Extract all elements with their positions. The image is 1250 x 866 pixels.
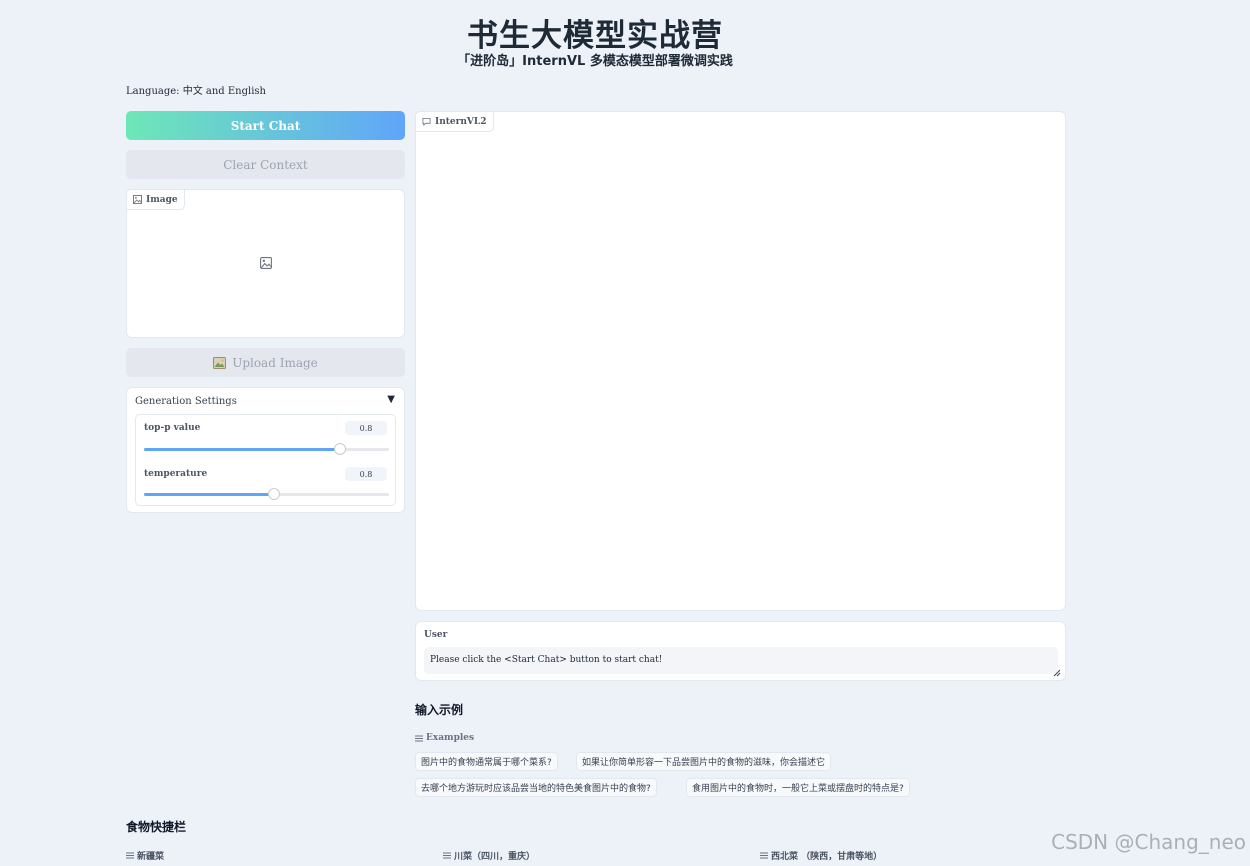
image-placeholder-icon — [260, 257, 272, 269]
example-chip[interactable]: 如果让你简单形容一下品尝图片中的食物的滋味，你会描述它 — [576, 752, 832, 771]
examples-heading: 输入示例 — [415, 703, 464, 717]
food-category-label: 川菜（四川，重庆） — [454, 852, 536, 862]
picture-icon — [213, 356, 227, 369]
example-chip[interactable]: 食用图片中的食物时，一般它上菜或摆盘时的特点是? — [686, 778, 910, 797]
page-subtitle: 「进阶岛」InternVL 多模态模型部署微调实践 — [457, 54, 733, 69]
temperature-slider-thumb[interactable] — [267, 488, 280, 500]
resize-handle-icon[interactable] — [1052, 668, 1061, 677]
chatbot-tag: InternVL2 — [415, 111, 494, 132]
temperature-slider-fill — [144, 493, 274, 496]
list-icon — [760, 852, 768, 859]
list-icon — [443, 852, 451, 859]
examples-label: Examples — [426, 733, 475, 743]
chatbot-label: InternVL2 — [435, 116, 487, 127]
upload-image-button[interactable]: Upload Image — [126, 348, 405, 377]
generation-settings-title[interactable]: Generation Settings — [135, 396, 237, 407]
sliders-group: top-p value 0.8 temperature 0.8 — [135, 414, 396, 506]
example-chip[interactable]: 图片中的食物通常属于哪个菜系? — [415, 752, 558, 771]
page-title: 书生大模型实战营 — [467, 18, 723, 54]
top-p-slider-thumb[interactable] — [334, 443, 346, 455]
collapse-triangle-icon[interactable]: ▼ — [387, 394, 395, 405]
list-icon — [415, 735, 423, 741]
user-input-panel: User Please click the <Start Chat> butto… — [415, 621, 1066, 681]
clear-context-button[interactable]: Clear Context — [126, 150, 405, 179]
image-icon — [133, 195, 142, 204]
temperature-slider[interactable] — [144, 488, 389, 500]
image-panel-tag: Image — [126, 189, 185, 210]
chat-bubble-icon — [422, 117, 431, 126]
temperature-label: temperature — [144, 469, 208, 479]
temperature-value-input[interactable]: 0.8 — [345, 467, 387, 481]
food-category-label: 新疆菜 — [137, 852, 165, 862]
top-p-slider[interactable] — [144, 443, 389, 455]
food-bar-heading: 食物快捷栏 — [126, 820, 187, 834]
list-icon — [126, 852, 134, 859]
upload-image-label: Upload Image — [232, 355, 318, 370]
examples-label-row: Examples — [415, 733, 474, 743]
example-chip[interactable]: 去哪个地方游玩时应该品尝当地的特色美食图片中的食物? — [415, 778, 657, 797]
food-category-label: 西北菜 （陕西，甘肃等地） — [771, 852, 883, 862]
language-note: Language: 中文 and English — [126, 86, 266, 97]
food-category-northwest[interactable]: 西北菜 （陕西，甘肃等地） — [760, 849, 882, 862]
start-chat-button[interactable]: Start Chat — [126, 111, 405, 140]
top-p-slider-fill — [144, 448, 340, 451]
user-textbox[interactable]: Please click the <Start Chat> button to … — [424, 647, 1058, 674]
csdn-watermark: CSDN @Chang_neo — [1051, 830, 1246, 854]
image-panel[interactable]: Image — [126, 189, 405, 338]
image-panel-label: Image — [146, 194, 178, 205]
user-label: User — [424, 630, 448, 640]
top-p-label: top-p value — [144, 423, 201, 433]
generation-settings-panel: Generation Settings ▼ top-p value 0.8 te… — [126, 387, 405, 513]
top-p-value-input[interactable]: 0.8 — [345, 421, 387, 435]
food-category-sichuan[interactable]: 川菜（四川，重庆） — [443, 849, 535, 862]
chatbot-panel: InternVL2 — [415, 111, 1066, 611]
food-category-xinjiang[interactable]: 新疆菜 — [126, 849, 164, 862]
